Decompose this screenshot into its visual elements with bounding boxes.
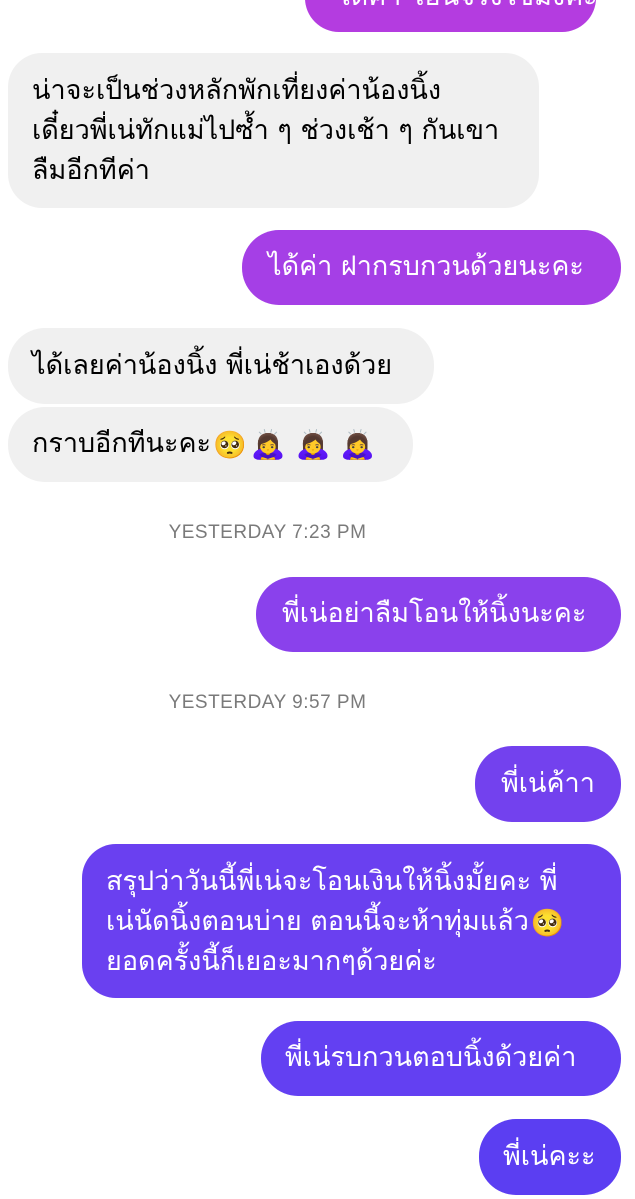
incoming-message-bubble[interactable]: กราบอีกทีนะคะ🥺 🙇‍♀️ 🙇‍♀️ 🙇‍♀️	[8, 407, 413, 482]
message-line: สรุปว่าวันนี้พี่เน่จะโอนเงินให้นิ้งมั้ยค…	[106, 866, 558, 897]
message-line: เน่นัดนิ้งตอนบ่าย ตอนนี้จะห้าทุ่มแล้ว🥺	[106, 906, 565, 939]
message-line: น่าจะเป็นช่วงหลักพักเที่ยงค่าน้องนิ้ง	[32, 75, 442, 106]
woman-bowing-icon: 🙇‍♀️	[250, 427, 286, 461]
message-line: เดี๋ยวพี่เน่ทักแม่ไปซ้ำ ๆ ช่วงเช้า ๆ กัน…	[32, 115, 500, 146]
message-text: ได้ค่า โอนจริงใช่มั้งคะ	[337, 0, 596, 17]
woman-bowing-icon: 🙇‍♀️	[340, 427, 376, 461]
outgoing-message-bubble[interactable]: ได้ค่า ฝากรบกวนด้วยนะคะ	[242, 230, 621, 305]
pleading-face-icon: 🥺	[530, 908, 565, 939]
message-text: พี่เน่อย่าลืมโอนให้นิ้งนะคะ	[282, 598, 587, 629]
message-text: ได้เลยค่าน้องนิ้ง พี่เน่ช้าเองด้วย	[32, 350, 393, 381]
bowing-emoji-group: 🙇‍♀️ 🙇‍♀️ 🙇‍♀️	[250, 427, 386, 461]
message-text: พี่เน่คะะ	[503, 1141, 596, 1172]
incoming-message-bubble[interactable]: น่าจะเป็นช่วงหลักพักเที่ยงค่าน้องนิ้ง เด…	[8, 53, 539, 208]
pleading-face-icon: 🥺	[213, 430, 247, 461]
outgoing-message-bubble[interactable]: พี่เน่อย่าลืมโอนให้นิ้งนะคะ	[256, 577, 621, 652]
message-line: ลืมอีกทีค่า	[32, 155, 150, 186]
outgoing-message-bubble[interactable]: สรุปว่าวันนี้พี่เน่จะโอนเงินให้นิ้งมั้ยค…	[82, 844, 621, 998]
message-text: กราบอีกทีนะคะ	[32, 428, 212, 459]
message-text: ได้ค่า ฝากรบกวนด้วยนะคะ	[268, 251, 584, 282]
outgoing-message-bubble[interactable]: พี่เน่รบกวนตอบนิ้งด้วยค่า	[261, 1021, 621, 1096]
outgoing-message-bubble[interactable]: พี่เน่คะะ	[479, 1119, 621, 1195]
timestamp: YESTERDAY 9:57 PM	[168, 692, 367, 713]
outgoing-message-bubble[interactable]: พี่เน่ค้าา	[475, 746, 621, 822]
timestamp: YESTERDAY 7:23 PM	[168, 522, 367, 543]
incoming-message-bubble[interactable]: ได้เลยค่าน้องนิ้ง พี่เน่ช้าเองด้วย	[8, 328, 434, 404]
message-text: พี่เน่รบกวนตอบนิ้งด้วยค่า	[285, 1042, 577, 1073]
outgoing-message-bubble[interactable]: ได้ค่า โอนจริงใช่มั้งคะ	[305, 0, 596, 32]
woman-bowing-icon: 🙇‍♀️	[295, 427, 331, 461]
message-line: ยอดครั้งนี้ก็เยอะมากๆด้วยค่ะ	[106, 946, 437, 977]
message-text: พี่เน่ค้าา	[501, 768, 595, 799]
